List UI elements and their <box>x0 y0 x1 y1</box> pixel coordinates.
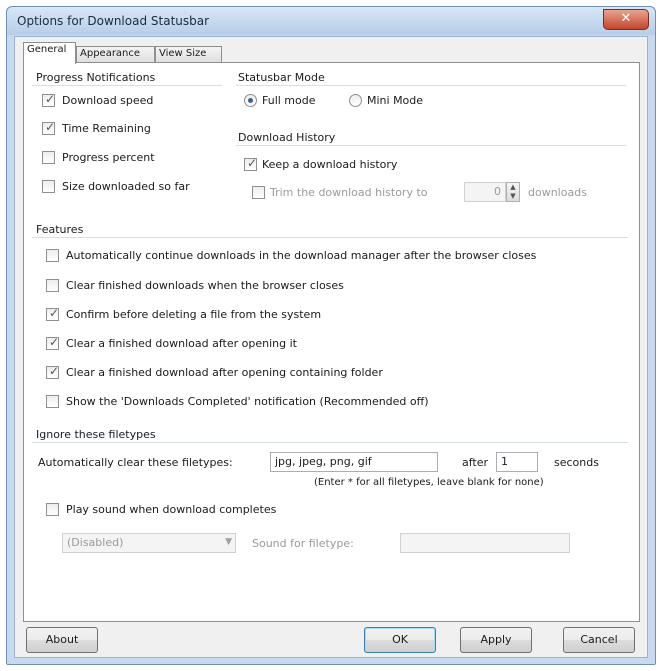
filetypes-input[interactable]: jpg, jpeg, png, gif <box>270 452 438 472</box>
size-downloaded-label: Size downloaded so far <box>62 180 190 193</box>
ok-button[interactable]: OK <box>364 627 436 653</box>
checkbox-progress-percent[interactable] <box>42 151 55 164</box>
sound-select[interactable]: (Disabled) ▼ <box>62 533 236 553</box>
tab-appearance[interactable]: Appearance <box>76 46 155 63</box>
cancel-button[interactable]: Cancel <box>563 627 635 653</box>
tab-view-size-label: View Size <box>159 48 207 59</box>
general-tab-panel: Progress Notifications ✓ Download speed … <box>23 62 640 622</box>
auto-continue-label: Automatically continue downloads in the … <box>66 249 537 262</box>
spin-up-icon: ▲ <box>510 183 516 191</box>
close-icon: ✕ <box>620 11 632 26</box>
full-mode-label: Full mode <box>262 94 316 107</box>
after-label: after <box>462 456 489 469</box>
checkmark-icon: ✓ <box>45 120 56 134</box>
mini-mode-label: Mini Mode <box>367 94 424 107</box>
play-sound-label: Play sound when download completes <box>66 503 277 516</box>
radio-full-mode[interactable] <box>244 94 257 107</box>
ignore-filetypes-title: Ignore these filetypes <box>36 428 156 441</box>
cancel-button-label: Cancel <box>580 633 618 646</box>
tab-general[interactable]: General <box>23 42 76 64</box>
spin-down-icon: ▼ <box>510 192 516 200</box>
seconds-input[interactable]: 1 <box>496 452 538 472</box>
close-button[interactable]: ✕ <box>603 9 649 30</box>
divider <box>32 85 222 86</box>
checkbox-confirm-delete[interactable]: ✓ <box>46 306 60 321</box>
clear-after-open-label: Clear a finished download after opening … <box>66 337 297 350</box>
checkbox-play-sound[interactable] <box>46 503 59 516</box>
checkmark-icon: ✓ <box>45 92 56 106</box>
checkmark-icon: ✓ <box>49 364 60 378</box>
progress-notifications-title: Progress Notifications <box>36 71 156 84</box>
checkbox-download-speed[interactable]: ✓ <box>42 92 56 107</box>
trim-count-input[interactable]: 0 <box>464 182 506 202</box>
ok-button-label: OK <box>392 633 408 646</box>
chevron-down-icon: ▼ <box>225 537 232 547</box>
radio-mini-mode[interactable] <box>349 94 362 107</box>
dialog-client-area: General Appearance View Size Progress No… <box>14 36 648 658</box>
checkmark-icon: ✓ <box>247 156 258 170</box>
tab-view-size[interactable]: View Size <box>155 46 222 63</box>
divider <box>32 442 628 443</box>
checkbox-size-downloaded[interactable] <box>42 180 55 193</box>
checkbox-clear-after-open-folder[interactable]: ✓ <box>46 364 60 379</box>
divider <box>236 145 626 146</box>
checkbox-show-completed-notification[interactable] <box>46 395 59 408</box>
options-window: Options for Download Statusbar ✕ General… <box>6 6 656 665</box>
apply-button-label: Apply <box>480 633 512 646</box>
sound-filetype-input[interactable] <box>400 533 570 553</box>
download-speed-label: Download speed <box>62 94 154 107</box>
trim-count-spinner[interactable]: ▲ ▼ <box>506 182 520 202</box>
checkbox-clear-after-open[interactable]: ✓ <box>46 335 60 350</box>
divider <box>32 237 628 238</box>
radio-selected-dot <box>248 98 253 103</box>
divider <box>236 85 626 86</box>
progress-percent-label: Progress percent <box>62 151 155 164</box>
confirm-delete-label: Confirm before deleting a file from the … <box>66 308 322 321</box>
clear-finished-on-close-label: Clear finished downloads when the browse… <box>66 279 344 292</box>
auto-clear-filetypes-label: Automatically clear these filetypes: <box>38 456 233 469</box>
checkbox-auto-continue[interactable] <box>46 249 59 262</box>
time-remaining-label: Time Remaining <box>62 122 151 135</box>
seconds-label: seconds <box>554 456 599 469</box>
checkbox-trim-history[interactable] <box>252 186 265 199</box>
apply-button[interactable]: Apply <box>460 627 532 653</box>
checkbox-time-remaining[interactable]: ✓ <box>42 120 56 135</box>
keep-history-label: Keep a download history <box>262 158 398 171</box>
window-title: Options for Download Statusbar <box>17 14 210 28</box>
trim-history-label: Trim the download history to <box>270 186 428 199</box>
sound-filetype-label: Sound for filetype: <box>252 537 354 550</box>
show-completed-notification-label: Show the 'Downloads Completed' notificat… <box>66 395 429 408</box>
statusbar-mode-title: Statusbar Mode <box>238 71 325 84</box>
checkmark-icon: ✓ <box>49 335 60 349</box>
filetypes-hint: (Enter * for all filetypes, leave blank … <box>314 477 544 488</box>
download-history-title: Download History <box>238 131 336 144</box>
sound-select-value: (Disabled) <box>67 536 124 549</box>
checkbox-keep-history[interactable]: ✓ <box>244 156 258 171</box>
tab-general-label: General <box>27 44 67 55</box>
checkmark-icon: ✓ <box>49 306 60 320</box>
about-button-label: About <box>45 633 79 646</box>
clear-after-open-folder-label: Clear a finished download after opening … <box>66 366 383 379</box>
title-bar[interactable]: Options for Download Statusbar ✕ <box>7 7 655 35</box>
trim-suffix-label: downloads <box>528 186 587 199</box>
features-title: Features <box>36 223 84 236</box>
checkbox-clear-finished-on-close[interactable] <box>46 279 59 292</box>
about-button[interactable]: About <box>26 627 98 653</box>
tab-appearance-label: Appearance <box>80 48 141 59</box>
